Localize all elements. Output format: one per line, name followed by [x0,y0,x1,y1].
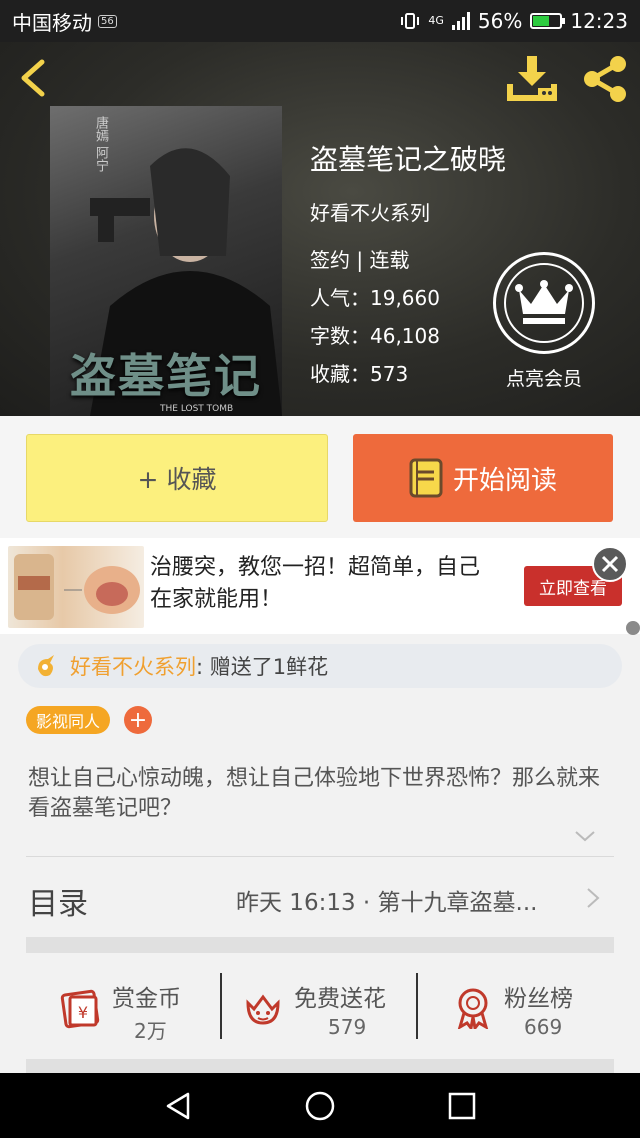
flower-gift-icon [246,994,280,1025]
nav-home-button[interactable] [304,1090,336,1122]
ad-text: 治腰突，教您一招！超简单，自己在家就能用！ [150,555,481,612]
network-badge: 56 [98,14,117,28]
toc-label: 目录 [28,887,88,922]
back-button[interactable] [14,58,54,98]
chevron-down-icon [575,831,595,842]
book-description: 想让自己心惊动魄，想让自己体验地下世界恐怖？那么就来看盗墓笔记吧？ [28,766,601,821]
back-nav-icon [166,1092,190,1120]
latest-chapter: 昨天 16:13 · 第十九章盗墓... [236,890,538,916]
ad-banner[interactable]: 治腰突，教您一招！超简单，自己在家就能用！ 立即查看 [0,538,640,634]
table-of-contents-row[interactable]: 目录 昨天 16:13 · 第十九章盗墓... [26,857,614,937]
svg-text:¥: ¥ [78,1003,88,1022]
close-icon [601,555,619,573]
network-type: 4G [428,14,444,27]
signal-icon [451,12,470,30]
cover-title: 盗墓笔记 [70,349,262,403]
tag-item[interactable]: 影视同人 [26,706,111,734]
home-nav-icon [305,1091,335,1121]
reward-coins-title: 赏金币 [112,986,181,1012]
vip-label: 点亮会员 [505,368,582,390]
send-flower-title: 免费送花 [294,986,386,1012]
reward-coins-value: 2万 [134,1019,167,1043]
fan-ranking-button[interactable]: 粉丝榜 669 [418,953,614,1059]
chevron-right-icon [587,888,600,908]
system-nav-bar [0,1073,640,1138]
section-divider [26,1059,614,1073]
popularity-count: 人气：19,660 [310,286,440,310]
vibrate-icon [401,13,420,29]
start-reading-button[interactable]: 开始阅读 [353,434,613,522]
carrier: 中国移动 56 [12,7,117,36]
clock: 12:23 [570,9,628,33]
reward-icon: ¥ [60,989,100,1029]
fan-ranking-value: 669 [524,1015,563,1039]
carrier-name: 中国移动 [12,10,92,35]
stats-row: ¥ 赏金币 2万 免费送花 579 粉丝榜 669 [26,953,614,1059]
vip-button[interactable]: 点亮会员 [493,252,595,391]
nav-back-button[interactable] [162,1090,194,1122]
book-cover[interactable]: 唐嫣 阿宁 盗墓笔记 THE LOST TOMB [50,106,282,416]
chevron-left-icon [21,59,45,97]
book-series[interactable]: 好看不火系列 [310,197,430,226]
flower-sender[interactable]: 好看不火系列 [70,651,196,681]
share-icon [584,56,626,102]
vip-badge [493,252,595,354]
book-status: 签约 | 连载 [310,248,410,272]
flower-text: : 赠送了1鲜花 [196,655,329,679]
battery-icon [530,13,566,29]
book-header: 唐嫣 阿宁 盗墓笔记 THE LOST TOMB 盗墓笔记之破晓 好看不火系列 … [0,42,640,416]
book-icon [409,458,443,498]
flower-message: 好看不火系列 : 赠送了1鲜花 [18,644,622,688]
flower-icon [38,655,54,677]
share-button[interactable] [580,54,630,104]
word-count: 字数：46,108 [310,324,440,348]
download-icon [507,56,557,101]
battery-percent: 56% [477,9,523,33]
expand-description-button[interactable] [572,826,598,846]
cover-author: 唐嫣 阿宁 [93,116,108,173]
cover-subtitle: THE LOST TOMB [160,404,234,414]
ad-close-button[interactable] [592,546,628,582]
add-favorite-label: + 收藏 [137,465,217,494]
crown-icon [515,280,573,324]
add-favorite-button[interactable]: + 收藏 [26,434,328,522]
ad-image [8,546,144,628]
favorite-count: 收藏：573 [310,362,409,386]
medal-icon [457,988,489,1029]
download-button[interactable] [506,54,558,104]
fan-ranking-title: 粉丝榜 [504,986,573,1012]
status-bar: 中国移动 56 4G 56% 12:23 [0,0,640,42]
book-title: 盗墓笔记之破晓 [310,143,507,176]
ad-info-icon[interactable] [626,621,640,635]
action-bar: + 收藏 开始阅读 [0,416,640,538]
section-divider [26,937,614,953]
recents-nav-icon [448,1092,476,1120]
send-flower-button[interactable]: 免费送花 579 [222,953,418,1059]
send-flower-value: 579 [328,1015,367,1039]
nav-recents-button[interactable] [446,1090,478,1122]
start-reading-label: 开始阅读 [452,465,557,496]
reward-coins-button[interactable]: ¥ 赏金币 2万 [26,953,222,1059]
add-tag-button[interactable]: + [124,706,152,734]
